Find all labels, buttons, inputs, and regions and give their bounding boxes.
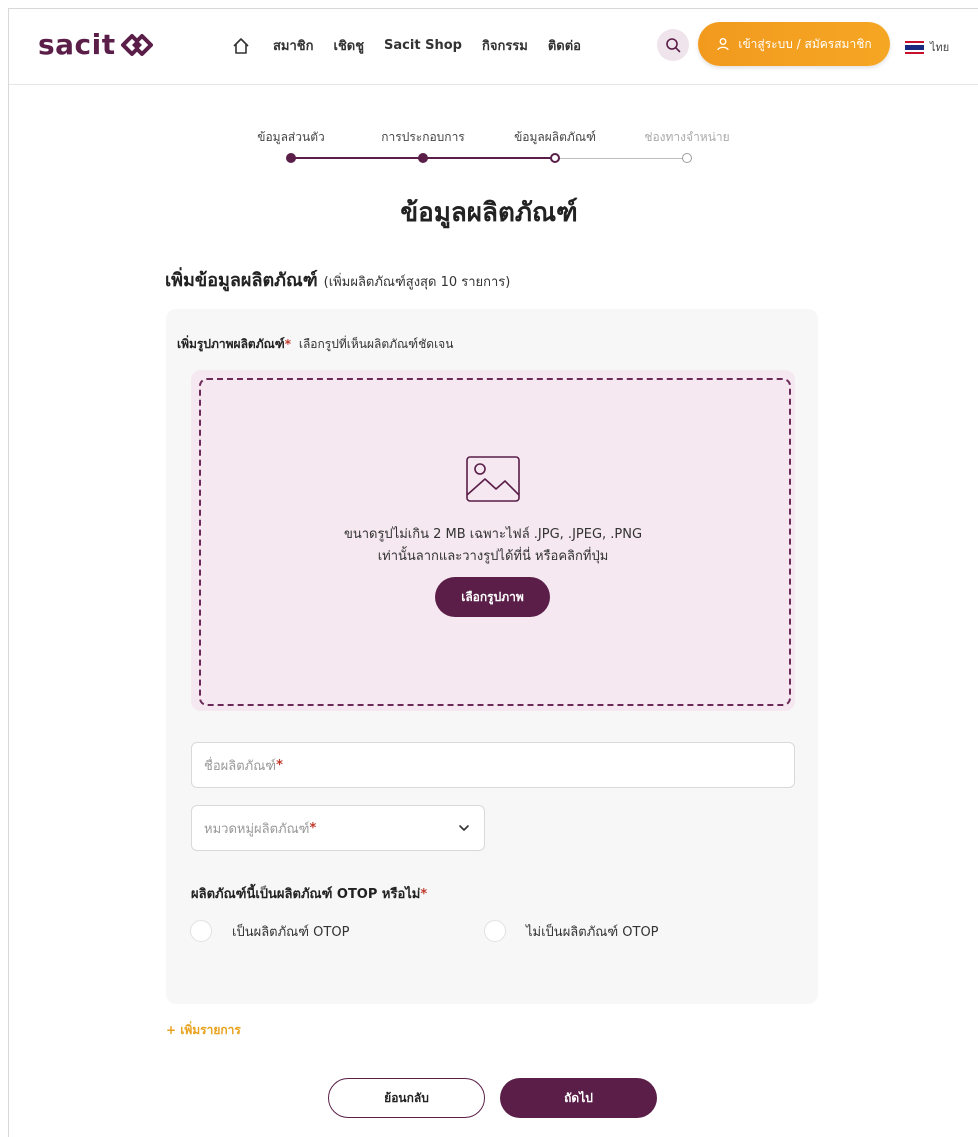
step-dot-channel <box>682 153 692 163</box>
stepper-line-todo <box>555 158 687 159</box>
product-name-placeholder: ชื่อผลิตภัณฑ์ <box>204 758 277 774</box>
nav-item-activities[interactable]: กิจกรรม <box>482 35 528 56</box>
nav-item-honor[interactable]: เชิดชู <box>334 35 365 56</box>
login-label: เข้าสู่ระบบ / สมัครสมาชิก <box>738 36 872 51</box>
upload-required-mark: * <box>284 337 292 351</box>
upload-label-title: เพิ่มรูปภาพผลิตภัณฑ์ <box>177 337 285 351</box>
otop-required-mark: * <box>420 887 428 902</box>
product-category-select[interactable]: หมวดหมู่ผลิตภัณฑ์ * <box>191 805 485 851</box>
category-placeholder: หมวดหมู่ผลิตภัณฑ์ <box>204 821 310 837</box>
page-title: ข้อมูลผลิตภัณฑ์ <box>400 198 578 228</box>
radio-no[interactable] <box>484 920 506 942</box>
top-header: sacit สมาชิก เชิดชู Sacit Shop กิจกรรม ต… <box>9 9 978 85</box>
otop-option-no-label: ไม่เป็นผลิตภัณฑ์ OTOP <box>526 924 659 940</box>
main-nav: สมาชิก เชิดชู Sacit Shop กิจกรรม ติดต่อ <box>231 35 601 56</box>
search-button[interactable] <box>657 29 689 61</box>
step-dot-business <box>418 153 428 163</box>
product-name-input[interactable]: ชื่อผลิตภัณฑ์ * <box>191 742 795 788</box>
image-placeholder-icon <box>466 456 520 502</box>
sacit-logo[interactable]: sacit <box>38 28 154 61</box>
step-label-product: ข้อมูลผลิตภัณฑ์ <box>514 130 596 144</box>
thai-flag-icon <box>905 40 924 54</box>
logo-text: sacit <box>38 28 116 61</box>
otop-option-yes[interactable]: เป็นผลิตภัณฑ์ OTOP <box>190 920 349 942</box>
nav-item-shop[interactable]: Sacit Shop <box>384 38 462 53</box>
back-button[interactable]: ย้อนกลับ <box>328 1078 485 1118</box>
dropzone-text-line2: เท่านั้นลากและวางรูปได้ที่นี่ หรือคลิกที… <box>377 549 609 564</box>
upload-label: เพิ่มรูปภาพผลิตภัณฑ์* เลือกรูปที่เห็นผลิ… <box>177 335 453 354</box>
step-label-channel: ช่องทางจำหน่าย <box>644 130 730 144</box>
step-dot-personal <box>286 153 296 163</box>
otop-option-yes-label: เป็นผลิตภัณฑ์ OTOP <box>232 924 350 940</box>
radio-yes[interactable] <box>190 920 212 942</box>
category-required-mark: * <box>309 820 317 836</box>
step-label-business: การประกอบการ <box>381 130 465 144</box>
step-label-personal: ข้อมูลส่วนตัว <box>257 130 325 144</box>
progress-stepper: ข้อมูลส่วนตัว การประกอบการ ข้อมูลผลิตภัณ… <box>235 128 745 168</box>
add-item-link[interactable]: + เพิ่มรายการ <box>166 1021 241 1040</box>
otop-question-text: ผลิตภัณฑ์นี้เป็นผลิตภัณฑ์ OTOP หรือไม่ <box>191 887 421 902</box>
dropzone-text-line1: ขนาดรูปไม่เกิน 2 MB เฉพาะไฟล์ .JPG, .JPE… <box>343 527 643 542</box>
user-icon <box>717 38 730 51</box>
login-register-button[interactable]: เข้าสู่ระบบ / สมัครสมาชิก <box>698 22 890 66</box>
home-icon[interactable] <box>231 36 251 56</box>
next-button[interactable]: ถัดไป <box>500 1078 657 1118</box>
language-label: ไทย <box>930 41 950 54</box>
otop-option-no[interactable]: ไม่เป็นผลิตภัณฑ์ OTOP <box>484 920 659 942</box>
upload-hint: เลือกรูปที่เห็นผลิตภัณฑ์ชัดเจน <box>298 337 454 351</box>
section-title: เพิ่มข้อมูลผลิตภัณฑ์ (เพิ่มผลิตภัณฑ์สูงสุ… <box>165 265 510 294</box>
chevron-down-icon <box>459 825 469 831</box>
otop-question: ผลิตภัณฑ์นี้เป็นผลิตภัณฑ์ OTOP หรือไม่* <box>191 883 427 904</box>
section-subtitle: (เพิ่มผลิตภัณฑ์สูงสุด 10 รายการ) <box>323 275 511 290</box>
language-switch[interactable]: ไทย <box>905 38 949 56</box>
logo-mark-icon <box>120 33 153 56</box>
choose-image-button[interactable]: เลือกรูปภาพ <box>435 577 550 617</box>
search-icon <box>666 38 681 53</box>
step-dot-product <box>550 153 560 163</box>
section-title-text: เพิ่มข้อมูลผลิตภัณฑ์ <box>165 270 318 291</box>
product-name-required-mark: * <box>276 757 283 773</box>
nav-item-contact[interactable]: ติดต่อ <box>548 35 581 56</box>
nav-item-members[interactable]: สมาชิก <box>273 35 314 56</box>
